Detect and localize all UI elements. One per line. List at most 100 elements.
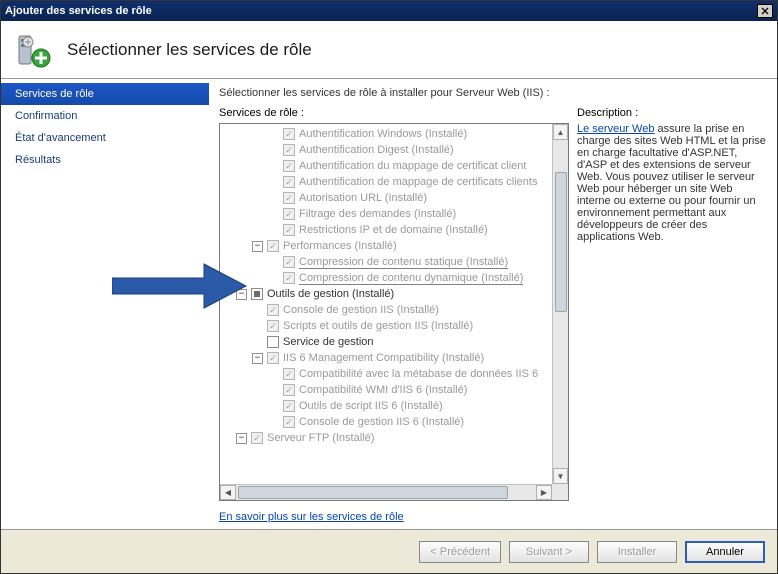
previous-button[interactable]: < Précédent <box>419 541 501 563</box>
description-link[interactable]: Le serveur Web <box>577 123 654 135</box>
tree-row[interactable]: ✓ Outils de script IIS 6 (Installé) <box>220 398 552 414</box>
tree-checkbox[interactable] <box>267 336 279 348</box>
vertical-scrollbar[interactable]: ▲ ▼ <box>552 124 568 484</box>
tree-expander[interactable]: − <box>252 241 263 252</box>
tree-checkbox: ✓ <box>283 144 295 156</box>
tree-expander[interactable]: − <box>236 289 247 300</box>
tree-item-label: Authentification du mappage de certifica… <box>299 160 526 172</box>
tree-checkbox: ✓ <box>283 224 295 236</box>
scroll-thumb-h[interactable] <box>238 486 508 499</box>
tree-expander[interactable]: − <box>252 353 263 364</box>
tree-row[interactable]: ✓ Compression de contenu statique (Instal… <box>220 254 552 270</box>
tree-item-label: Authentification de mappage de certifica… <box>299 176 537 188</box>
scroll-right-arrow[interactable]: ▶ <box>536 485 552 500</box>
tree-row[interactable]: ✓Restrictions IP et de domaine (Installé… <box>220 222 552 238</box>
tree-item-label: Compatibilité WMI d'IIS 6 (Installé) <box>299 384 467 396</box>
server-plus-icon <box>13 30 53 70</box>
tree-checkbox: ✓ <box>283 256 295 268</box>
tree-checkbox: ✓ <box>283 272 295 284</box>
tree-checkbox: ✓ <box>283 176 295 188</box>
tree-row[interactable]: ✓ Authentification Windows (Installé) <box>220 126 552 142</box>
tree-row[interactable]: ✓ Console de gestion IIS (Installé) <box>220 302 552 318</box>
page-title: Sélectionner les services de rôle <box>67 40 312 60</box>
scroll-left-arrow[interactable]: ◀ <box>220 485 236 500</box>
tree-item-label: Serveur FTP (Installé) <box>267 432 374 444</box>
wizard-main: Sélectionner les services de rôle à inst… <box>209 79 777 529</box>
tree-row[interactable]: ✓ Console de gestion IIS 6 (Installé) <box>220 414 552 430</box>
tree-row[interactable]: ✓ Filtrage des demandes (Installé) <box>220 206 552 222</box>
tree-item-label: Console de gestion IIS 6 (Installé) <box>299 416 464 428</box>
tree-row[interactable]: −✓Performances (Installé) <box>220 238 552 254</box>
tree-expander[interactable]: − <box>236 433 247 444</box>
scroll-up-arrow[interactable]: ▲ <box>553 124 568 140</box>
sidebar-item-progress[interactable]: État d'avancement <box>1 127 209 149</box>
tree-checkbox: ✓ <box>283 400 295 412</box>
wizard-footer: < Précédent Suivant > Installer Annuler <box>1 529 777 573</box>
learn-more-link[interactable]: En savoir plus sur les services de rôle <box>219 511 404 523</box>
tree-checkbox[interactable] <box>251 288 263 300</box>
tree-row[interactable]: ✓ Scripts et outils de gestion IIS (Insta… <box>220 318 552 334</box>
role-services-tree-container: ✓Authentification Windows (Installé)✓Aut… <box>219 123 569 501</box>
wizard-header: Sélectionner les services de rôle <box>1 21 777 79</box>
tree-row[interactable]: −✓ Serveur FTP (Installé) <box>220 430 552 446</box>
scroll-thumb-v[interactable] <box>555 172 567 312</box>
tree-item-label: Outils de gestion (Installé) <box>267 288 394 300</box>
tree-item-label: Compression de contenu dynamique (Instal… <box>299 272 523 285</box>
tree-item-label: Filtrage des demandes (Installé) <box>299 208 456 220</box>
tree-row[interactable]: ✓ Authentification de mappage de certific… <box>220 174 552 190</box>
description-label: Description : <box>577 107 767 119</box>
wizard-window: Ajouter des services de rôle Sélectionne… <box>0 0 778 574</box>
tree-label: Services de rôle : <box>219 107 569 119</box>
intro-text: Sélectionner les services de rôle à inst… <box>219 87 767 99</box>
horizontal-scrollbar[interactable]: ◀ ▶ <box>220 484 552 500</box>
tree-item-label: Service de gestion <box>283 336 374 348</box>
tree-item-label: Compression de contenu statique (Install… <box>299 256 508 269</box>
sidebar-item-results[interactable]: Résultats <box>1 149 209 171</box>
role-services-column: Services de rôle : ✓ Authentification Win… <box>219 107 569 523</box>
tree-row[interactable]: Service de gestion <box>220 334 552 350</box>
tree-row[interactable]: ✓Autorisation URL (Installé) <box>220 190 552 206</box>
next-button[interactable]: Suivant > <box>509 541 589 563</box>
tree-checkbox: ✓ <box>283 416 295 428</box>
window-title: Ajouter des services de rôle <box>5 5 757 17</box>
close-button[interactable] <box>757 4 773 18</box>
title-bar: Ajouter des services de rôle <box>1 1 777 21</box>
tree-item-label: Authentification Windows (Installé) <box>299 128 467 140</box>
tree-item-label: IIS 6 Management Compatibility (Installé… <box>283 352 484 364</box>
tree-checkbox: ✓ <box>267 352 279 364</box>
tree-row[interactable]: ✓ Authentification du mappage de certific… <box>220 158 552 174</box>
tree-row[interactable]: −✓ IIS 6 Management Compatibility (Instal… <box>220 350 552 366</box>
wizard-body: Services de rôle Confirmation État d'ava… <box>1 79 777 529</box>
tree-item-label: Console de gestion IIS (Installé) <box>283 304 439 316</box>
description-text: Le serveur Web assure la prise en charge… <box>577 123 767 243</box>
tree-item-label: Outils de script IIS 6 (Installé) <box>299 400 443 412</box>
tree-checkbox: ✓ <box>267 240 279 252</box>
wizard-sidebar: Services de rôle Confirmation État d'ava… <box>1 79 209 529</box>
tree-row[interactable]: ✓ Compression de contenu dynamique (Insta… <box>220 270 552 286</box>
tree-item-label: Authentification Digest (Installé) <box>299 144 454 156</box>
role-services-tree[interactable]: ✓Authentification Windows (Installé)✓Aut… <box>220 124 552 484</box>
tree-checkbox: ✓ <box>283 384 295 396</box>
sidebar-item-services[interactable]: Services de rôle <box>1 83 209 105</box>
tree-row[interactable]: ✓ Compatibilité avec la métabase de donné… <box>220 366 552 382</box>
tree-row[interactable]: − Outils de gestion (Installé) <box>220 286 552 302</box>
tree-checkbox: ✓ <box>283 192 295 204</box>
tree-item-label: Scripts et outils de gestion IIS (Instal… <box>283 320 473 332</box>
scroll-down-arrow[interactable]: ▼ <box>553 468 568 484</box>
tree-checkbox: ✓ <box>283 160 295 172</box>
tree-checkbox: ✓ <box>267 320 279 332</box>
tree-row[interactable]: ✓ Authentification Digest (Installé) <box>220 142 552 158</box>
learn-more: En savoir plus sur les services de rôle <box>219 511 569 523</box>
tree-checkbox: ✓ <box>283 128 295 140</box>
tree-checkbox: ✓ <box>283 368 295 380</box>
tree-checkbox: ✓ <box>267 304 279 316</box>
tree-checkbox: ✓ <box>283 208 295 220</box>
tree-checkbox: ✓ <box>251 432 263 444</box>
tree-item-label: Compatibilité avec la métabase de donnée… <box>299 368 538 380</box>
scrollbar-corner <box>552 484 568 500</box>
install-button[interactable]: Installer <box>597 541 677 563</box>
description-column: Description : Le serveur Web assure la p… <box>577 107 767 523</box>
sidebar-item-confirmation[interactable]: Confirmation <box>1 105 209 127</box>
cancel-button[interactable]: Annuler <box>685 541 765 563</box>
tree-row[interactable]: ✓ Compatibilité WMI d'IIS 6 (Installé) <box>220 382 552 398</box>
